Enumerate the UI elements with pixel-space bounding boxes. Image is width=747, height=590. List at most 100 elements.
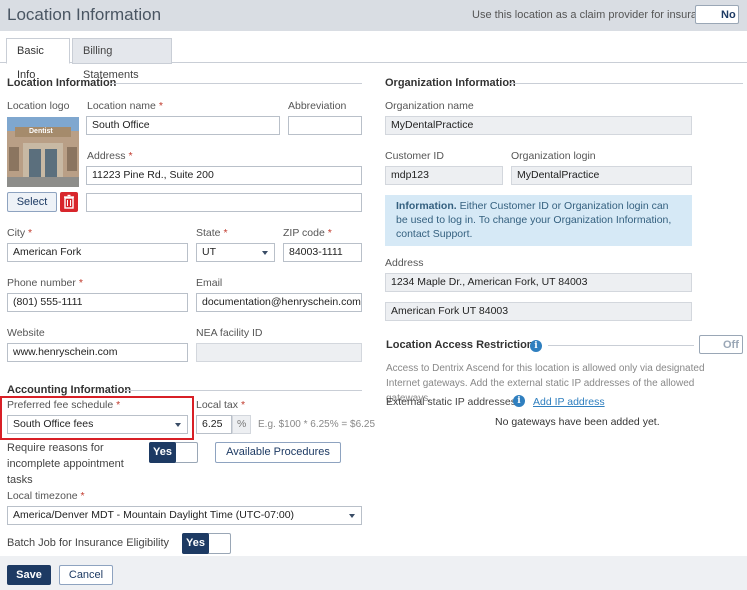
- chevron-down-icon: [175, 423, 181, 427]
- trash-icon: [64, 194, 74, 209]
- location-name-label: Location name *: [87, 100, 163, 112]
- info-box-title: Information.: [396, 200, 457, 212]
- location-logo-label: Location logo: [7, 100, 70, 112]
- state-select-value: UT: [202, 246, 216, 258]
- required-mark: *: [78, 277, 83, 289]
- state-label: State *: [196, 227, 228, 239]
- phone-label-text: Phone number: [7, 277, 76, 289]
- batch-job-label: Batch Job for Insurance Eligibility: [7, 537, 170, 549]
- access-restrictions-toggle[interactable]: Off: [699, 335, 743, 354]
- info-icon[interactable]: i: [530, 340, 542, 352]
- access-section-rule: [548, 345, 694, 346]
- organization-info-box: Information. Either Customer ID or Organ…: [385, 195, 692, 246]
- claim-provider-toggle-value: No: [721, 9, 736, 21]
- organization-section-rule: [510, 83, 743, 84]
- organization-name-input[interactable]: MyDentalPractice: [385, 116, 692, 135]
- chevron-down-icon: [349, 514, 355, 518]
- timezone-label: Local timezone *: [7, 490, 85, 502]
- access-section-title: Location Access Restrictions: [386, 339, 540, 351]
- save-button[interactable]: Save: [7, 565, 51, 585]
- customer-id-input[interactable]: mdp123: [385, 166, 503, 185]
- email-label: Email: [196, 277, 223, 289]
- location-section-title: Location Information: [7, 77, 117, 89]
- required-mark: *: [80, 490, 85, 502]
- abbreviation-input[interactable]: [288, 116, 362, 135]
- nea-facility-label: NEA facility ID: [196, 327, 263, 339]
- footer-bar: Save Cancel: [0, 556, 747, 590]
- address-label: Address *: [87, 150, 133, 162]
- abbreviation-label: Abbreviation: [288, 100, 347, 112]
- phone-input[interactable]: (801) 555-1111: [7, 293, 188, 312]
- email-input[interactable]: documentation@henryschein.com: [196, 293, 362, 312]
- required-mark: *: [223, 227, 228, 239]
- city-input[interactable]: American Fork: [7, 243, 188, 262]
- no-gateways-message: No gateways have been added yet.: [495, 416, 660, 428]
- city-label: City *: [7, 227, 32, 239]
- zip-label: ZIP code *: [283, 227, 332, 239]
- cancel-button[interactable]: Cancel: [59, 565, 113, 585]
- batch-job-toggle[interactable]: Yes: [182, 533, 231, 554]
- info-icon[interactable]: i: [513, 395, 525, 407]
- batch-job-toggle-value: Yes: [182, 533, 209, 554]
- access-restrictions-toggle-value: Off: [723, 339, 739, 351]
- fee-schedule-label-text: Preferred fee schedule: [7, 399, 114, 411]
- required-mark: *: [128, 150, 133, 162]
- website-input[interactable]: www.henryschein.com: [7, 343, 188, 362]
- local-tax-label-text: Local tax: [196, 399, 239, 411]
- timezone-select[interactable]: America/Denver MDT - Mountain Daylight T…: [7, 506, 362, 525]
- require-reasons-toggle-value: Yes: [149, 442, 176, 463]
- nea-facility-input[interactable]: [196, 343, 362, 362]
- tab-billing-statements[interactable]: Billing Statements: [72, 38, 172, 81]
- customer-id-label: Customer ID: [385, 150, 444, 162]
- website-label: Website: [7, 327, 45, 339]
- organization-login-input[interactable]: MyDentalPractice: [511, 166, 692, 185]
- accounting-section-rule: [124, 390, 362, 391]
- location-logo-image: Dentist: [7, 117, 79, 187]
- organization-name-label: Organization name: [385, 100, 474, 112]
- organization-section-title: Organization Information: [385, 77, 516, 89]
- required-mark: *: [28, 227, 33, 239]
- require-reasons-label-3: tasks: [7, 474, 33, 486]
- page-title: Location Information: [7, 5, 162, 24]
- local-tax-input[interactable]: 6.25: [196, 415, 232, 434]
- fee-schedule-select[interactable]: South Office fees: [7, 415, 188, 434]
- require-reasons-label-1: Require reasons for: [7, 442, 104, 454]
- phone-label: Phone number *: [7, 277, 83, 289]
- require-reasons-label-2: incomplete appointment: [7, 458, 124, 470]
- state-label-text: State: [196, 227, 221, 239]
- state-select[interactable]: UT: [196, 243, 275, 262]
- logo-sign-text: Dentist: [29, 128, 53, 135]
- claim-provider-label: Use this location as a claim provider fo…: [472, 9, 715, 21]
- zip-label-text: ZIP code: [283, 227, 325, 239]
- required-mark: *: [327, 227, 332, 239]
- tab-basic-info[interactable]: Basic Info: [6, 38, 70, 81]
- organization-address1-input[interactable]: 1234 Maple Dr., American Fork, UT 84003: [385, 273, 692, 292]
- local-tax-label: Local tax *: [196, 399, 245, 411]
- ip-addresses-label: External static IP addresses: [386, 396, 516, 408]
- zip-input[interactable]: 84003-1111: [283, 243, 362, 262]
- require-reasons-toggle[interactable]: Yes: [149, 442, 198, 463]
- location-name-label-text: Location name: [87, 100, 156, 112]
- required-mark: *: [240, 399, 246, 411]
- fee-schedule-value: South Office fees: [13, 418, 94, 430]
- address-line1-input[interactable]: 11223 Pine Rd., Suite 200: [86, 166, 362, 185]
- page-header: Location Information Use this location a…: [0, 0, 747, 31]
- address-label-text: Address: [87, 150, 126, 162]
- required-mark: *: [158, 100, 163, 112]
- accounting-section-title: Accounting Information: [7, 384, 132, 396]
- add-ip-address-link[interactable]: Add IP address: [533, 396, 605, 408]
- claim-provider-toggle[interactable]: No: [695, 5, 739, 24]
- timezone-value: America/Denver MDT - Mountain Daylight T…: [13, 509, 295, 521]
- fee-schedule-label: Preferred fee schedule *: [7, 399, 120, 411]
- select-logo-button[interactable]: Select: [7, 192, 57, 212]
- city-label-text: City: [7, 227, 26, 239]
- organization-address-label: Address: [385, 257, 424, 269]
- delete-logo-button[interactable]: [60, 192, 78, 212]
- address-line2-input[interactable]: [86, 193, 362, 212]
- organization-address2-input[interactable]: American Fork UT 84003: [385, 302, 692, 321]
- timezone-label-text: Local timezone: [7, 490, 78, 502]
- location-name-input[interactable]: South Office: [86, 116, 280, 135]
- organization-login-label: Organization login: [511, 150, 596, 162]
- available-procedures-button[interactable]: Available Procedures: [215, 442, 341, 463]
- local-tax-hint: E.g. $100 * 6.25% = $6.25: [258, 419, 376, 430]
